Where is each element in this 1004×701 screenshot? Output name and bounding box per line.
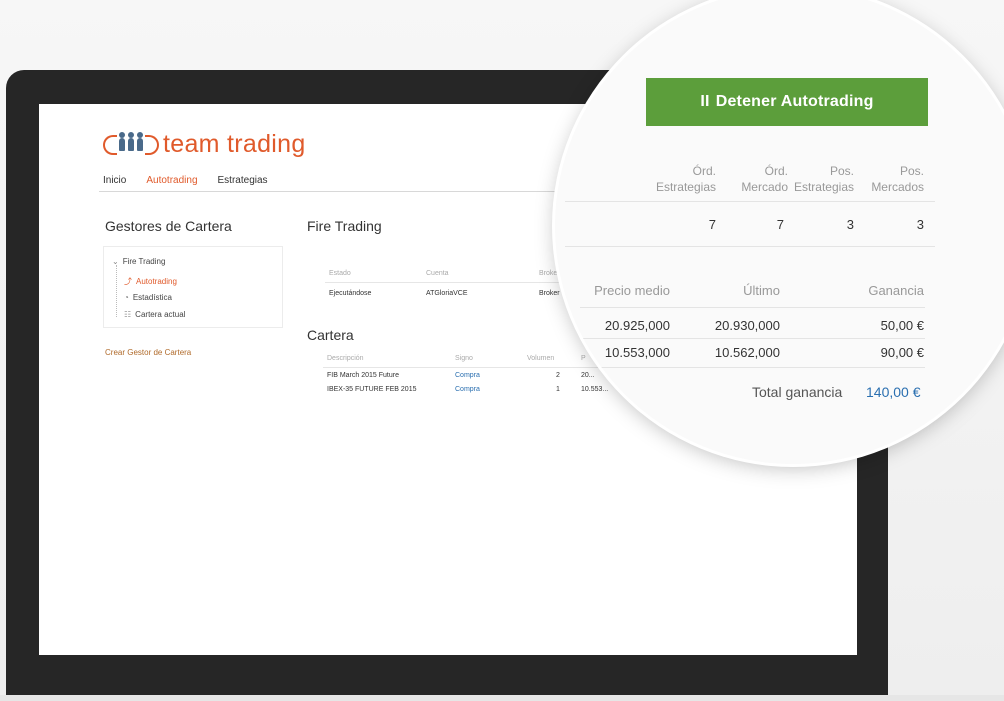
laptop-base	[0, 695, 1004, 701]
status-header-cuenta: Cuenta	[426, 270, 449, 277]
logo: team trading	[103, 130, 306, 159]
row2-precio-medio: 10.553,000	[604, 345, 670, 360]
logo-text: team trading	[163, 130, 306, 158]
status-cell-cuenta: ATGloriaVCE	[426, 290, 468, 297]
value-ord-mercado: 7	[776, 217, 784, 232]
header-ultimo: Último	[743, 283, 780, 298]
row1-ganancia: 50,00 €	[880, 318, 924, 333]
tree-item-estadistica-label: Estadística	[132, 293, 172, 302]
total-ganancia-label: Total ganancia	[752, 384, 843, 400]
tree-item-cartera-label: Cartera actual	[135, 310, 186, 319]
row2-ganancia: 90,00 €	[880, 345, 924, 360]
autotrading-icon: ⤴	[124, 277, 132, 286]
cartera-row2-desc: IBEX-35 FUTURE FEB 2015	[327, 386, 417, 393]
stop-autotrading-label: Detener Autotrading	[715, 93, 874, 110]
prices-divider	[580, 307, 925, 308]
status-cell-estado: Ejecutándose	[329, 290, 372, 297]
header-precio-medio: Precio medio	[594, 283, 670, 298]
row2-ultimo: 10.562,000	[714, 345, 780, 360]
counts-bottom-divider	[565, 246, 935, 247]
stop-autotrading-button[interactable]: II Detener Autotrading	[646, 78, 928, 126]
team-logo-icon	[103, 131, 159, 158]
tree-connector	[116, 265, 117, 317]
row2-divider	[580, 367, 925, 368]
cartera-header-volumen: Volumen	[527, 355, 555, 362]
header-ganancia: Ganancia	[868, 283, 924, 298]
counts-divider	[565, 201, 935, 202]
cartera-row1-desc: FIB March 2015 Future	[327, 372, 399, 379]
tree-item-autotrading[interactable]: ⤴ Autotrading	[124, 276, 177, 287]
row1-ultimo: 20.930,000	[714, 318, 780, 333]
create-portfolio-link[interactable]: Crear Gestor de Cartera	[105, 348, 191, 357]
value-ord-estrategias: 7	[708, 217, 716, 232]
header-ord-mercado: Órd. Mercado	[741, 164, 788, 194]
cartera-title: Cartera	[307, 327, 354, 343]
magnified-content: II Detener Autotrading Órd. Estrategias Ó…	[555, 0, 1004, 464]
tree-item-root[interactable]: ⌄ Fire Trading	[112, 257, 165, 266]
tree-item-root-label: Fire Trading	[122, 257, 166, 266]
nav-item-inicio[interactable]: Inicio	[103, 175, 126, 186]
cartera-row1-signo[interactable]: Compra	[455, 372, 480, 379]
header-ord-estrategias: Órd. Estrategias	[655, 164, 716, 194]
total-ganancia-value: 140,00 €	[866, 384, 921, 400]
pause-icon: II	[700, 93, 710, 110]
tree-item-cartera[interactable]: ☷ Cartera actual	[124, 310, 185, 319]
status-divider	[325, 282, 585, 283]
nav-item-estrategias[interactable]: Estrategias	[218, 175, 268, 186]
header-pos-estrategias: Pos. Estrategias	[793, 164, 854, 194]
value-pos-estrategias: 3	[846, 217, 854, 232]
row1-precio-medio: 20.925,000	[604, 318, 670, 333]
row1-divider	[580, 338, 925, 339]
nav-item-autotrading[interactable]: Autotrading	[146, 175, 197, 186]
statistics-icon: ◔	[124, 293, 129, 302]
tree-item-autotrading-label: Autotrading	[136, 277, 177, 286]
main-nav: Inicio Autotrading Estrategias	[103, 175, 268, 186]
cartera-row2-signo[interactable]: Compra	[455, 386, 480, 393]
status-header-estado: Estado	[329, 270, 351, 277]
value-pos-mercados: 3	[916, 217, 924, 232]
tree-item-estadistica[interactable]: ◔ Estadística	[124, 293, 172, 302]
cartera-header-signo: Signo	[455, 355, 473, 362]
magnifier-lens: II Detener Autotrading Órd. Estrategias Ó…	[555, 0, 1004, 464]
table-icon: ☷	[124, 310, 132, 319]
cartera-header-descripcion: Descripción	[327, 355, 364, 362]
main-title: Fire Trading	[307, 218, 382, 234]
header-pos-mercados: Pos. Mercados	[871, 164, 924, 194]
sidebar-title: Gestores de Cartera	[105, 218, 232, 234]
portfolio-tree: ⌄ Fire Trading ⤴ Autotrading ◔ Estadísti…	[103, 246, 283, 328]
